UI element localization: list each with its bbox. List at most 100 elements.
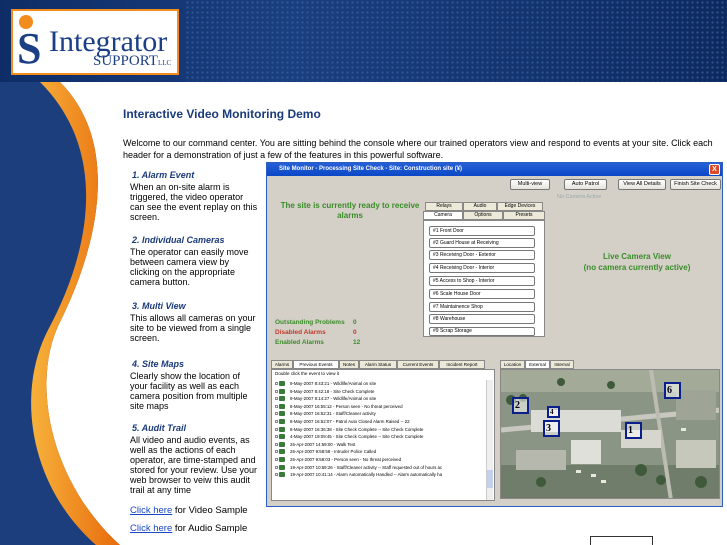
tab-relays[interactable]: Relays (425, 202, 463, 211)
feature-alarm-event: 1. Alarm Event When an on-site alarm is … (130, 170, 258, 222)
feature-body: All video and audio events, as well as t… (130, 435, 258, 495)
event-icon (279, 449, 285, 455)
expand-icon[interactable] (275, 473, 278, 477)
camera-marker-2[interactable]: 2 (512, 397, 529, 414)
event-row[interactable]: 9-May-2007 8:14:27 - Wildlife/Animal on … (275, 395, 485, 403)
tab-notes[interactable]: Notes (339, 360, 359, 369)
tab-current-events[interactable]: Current Events (397, 360, 439, 369)
tab-previous-events[interactable]: Previous Events (293, 360, 339, 369)
event-text: 26-Apr-2007 9:58:58 - Intruder Police Ca… (290, 449, 377, 455)
event-icon (279, 434, 285, 440)
logo[interactable]: S Integrator SUPPORTLLC (11, 9, 179, 75)
tab-audio[interactable]: Audio (463, 202, 497, 211)
tab-alarms[interactable]: Alarms (271, 360, 293, 369)
event-text: 9-May-2007 8:43:21 - Wildlife/Animal on … (290, 381, 377, 386)
event-row[interactable]: 8-May-2007 16:52:07 - Patrol Auto Closed… (275, 418, 485, 426)
event-icon (279, 396, 285, 402)
feature-heading[interactable]: 2. Individual Cameras (130, 235, 258, 245)
video-sample-link[interactable]: Click here (130, 505, 172, 516)
audio-sample: Click here for Audio Sample (130, 523, 248, 534)
event-row[interactable]: 9-May-2007 8:43:21 - Wildlife/Animal on … (275, 380, 485, 388)
multi-view-button[interactable]: Multi-view (510, 179, 550, 190)
expand-icon[interactable] (275, 419, 278, 423)
camera-marker-1[interactable]: 1 (625, 422, 642, 439)
expand-icon[interactable] (275, 465, 278, 469)
event-row[interactable]: 26-Apr-2007 9:58:58 - Intruder Police Ca… (275, 448, 485, 456)
logo-letter: S (17, 24, 42, 73)
camera-button-6[interactable]: #6 Scale House Door (429, 289, 535, 299)
event-icon (279, 464, 285, 470)
camera-button-4[interactable]: #4 Receiving Door - Interior (429, 263, 535, 273)
camera-marker-4[interactable]: 4 (547, 406, 560, 418)
expand-icon[interactable] (275, 457, 278, 461)
tab-edge-devices[interactable]: Edge Devices (497, 202, 543, 211)
event-icon (279, 456, 285, 462)
feature-heading[interactable]: 5. Audit Trail (130, 423, 258, 433)
event-row[interactable]: 26-Apr-2007 9:58:03 - Person seen - No t… (275, 456, 485, 464)
event-row[interactable]: 9-May-2007 8:42:18 - Site Check Complete (275, 388, 485, 396)
camera-list: #1 Front Door #2 Guard House at Receivin… (423, 220, 545, 337)
event-row[interactable]: 4-May-2007 19:09:45 - Site Check Complet… (275, 433, 485, 441)
event-row[interactable]: 8-May-2007 16:52:31 - Staff/Cleaner acti… (275, 410, 485, 418)
event-text: 9-May-2007 8:14:27 - Wildlife/Animal on … (290, 396, 377, 402)
feature-heading[interactable]: 4. Site Maps (130, 359, 258, 369)
tab-internal[interactable]: Internal (550, 360, 574, 369)
auto-patrol-button[interactable]: Auto Patrol (564, 179, 607, 190)
camera-button-2[interactable]: #2 Guard House at Receiving (429, 238, 535, 248)
expand-icon[interactable] (275, 435, 278, 439)
tab-camera[interactable]: Camera (423, 211, 463, 220)
site-map[interactable]: 1 2 3 4 6 (500, 369, 720, 499)
expand-icon[interactable] (275, 412, 278, 416)
feature-multi-view: 3. Multi View This allows all cameras on… (130, 301, 258, 343)
event-row[interactable]: 26-Apr-2007 14:59:00 - Walk Test (275, 441, 485, 449)
event-row[interactable]: 8-May-2007 16:36:38 - Site Check Complet… (275, 426, 485, 434)
window-titlebar[interactable]: Site Monitor - Processing Site Check - S… (267, 163, 722, 176)
events-scrollbar[interactable] (486, 380, 493, 500)
expand-icon[interactable] (275, 450, 278, 454)
camera-button-3[interactable]: #3 Receiving Door - Exterior (429, 250, 535, 260)
event-text: 26-Apr-2007 9:58:03 - Person seen - No t… (290, 456, 402, 462)
camera-button-8[interactable]: #8 Warehouse (429, 314, 535, 324)
window-title: Site Monitor - Processing Site Check - S… (279, 166, 463, 172)
expand-icon[interactable] (275, 389, 278, 393)
event-text: 8-May-2007 16:52:31 - Staff/Cleaner acti… (290, 411, 376, 417)
expand-icon[interactable] (275, 382, 278, 385)
expand-icon[interactable] (275, 397, 278, 401)
close-icon[interactable]: X (709, 164, 720, 175)
site-monitor-window[interactable]: Site Monitor - Processing Site Check - S… (266, 162, 723, 507)
audio-sample-link[interactable]: Click here (130, 523, 172, 534)
expand-icon[interactable] (275, 442, 278, 446)
scrollbar-thumb[interactable] (487, 470, 493, 488)
events-panel: Alarms Previous Events Notes Alarm Statu… (271, 360, 495, 505)
camera-button-1[interactable]: #1 Front Door (429, 226, 535, 236)
event-row[interactable]: 19-Apr-2007 10:41:14 - Alarm Automatical… (275, 471, 485, 479)
tab-options[interactable]: Options (463, 211, 503, 220)
camera-button-5[interactable]: #5 Access to Shop - Interior (429, 276, 535, 286)
camera-button-7[interactable]: #7 Maintainence Shop (429, 302, 535, 312)
feature-heading[interactable]: 3. Multi View (130, 301, 258, 311)
event-row[interactable]: 19-Apr-2007 10:59:26 - Staff/Cleaner act… (275, 464, 485, 472)
feature-heading[interactable]: 1. Alarm Event (130, 170, 258, 180)
event-row[interactable]: 8-May-2007 16:55:12 - Person seen - No t… (275, 403, 485, 411)
expand-icon[interactable] (275, 404, 278, 408)
finish-site-check-button[interactable]: Finish Site Check (670, 179, 721, 190)
camera-button-9[interactable]: #9 Scrap Storage (429, 327, 535, 336)
feature-audit-trail: 5. Audit Trail All video and audio event… (130, 423, 258, 495)
expand-icon[interactable] (275, 427, 278, 431)
tab-location[interactable]: Location (500, 360, 525, 369)
feature-body: This allows all cameras on your site to … (130, 313, 256, 343)
live-title: Live Camera View (603, 252, 671, 261)
event-text: 8-May-2007 16:55:12 - Person seen - No t… (290, 403, 403, 409)
view-all-details-button[interactable]: View All Details (618, 179, 666, 190)
event-text: 19-Apr-2007 10:41:14 - Alarm Automatical… (290, 472, 443, 478)
camera-marker-6[interactable]: 6 (664, 382, 681, 399)
camera-tab-panel: Relays Audio Edge Devices Camera Options… (423, 202, 551, 337)
tab-external[interactable]: External (525, 360, 550, 369)
tab-incident-report[interactable]: Incident Report (439, 360, 485, 369)
event-icon (279, 403, 285, 409)
video-sample: Click here for Video Sample (130, 505, 248, 516)
stat-disabled: Disabled Alarms 0 (275, 329, 357, 336)
camera-marker-3[interactable]: 3 (543, 420, 560, 437)
tab-alarm-status[interactable]: Alarm Status (359, 360, 397, 369)
tab-presets[interactable]: Presets (503, 211, 545, 220)
